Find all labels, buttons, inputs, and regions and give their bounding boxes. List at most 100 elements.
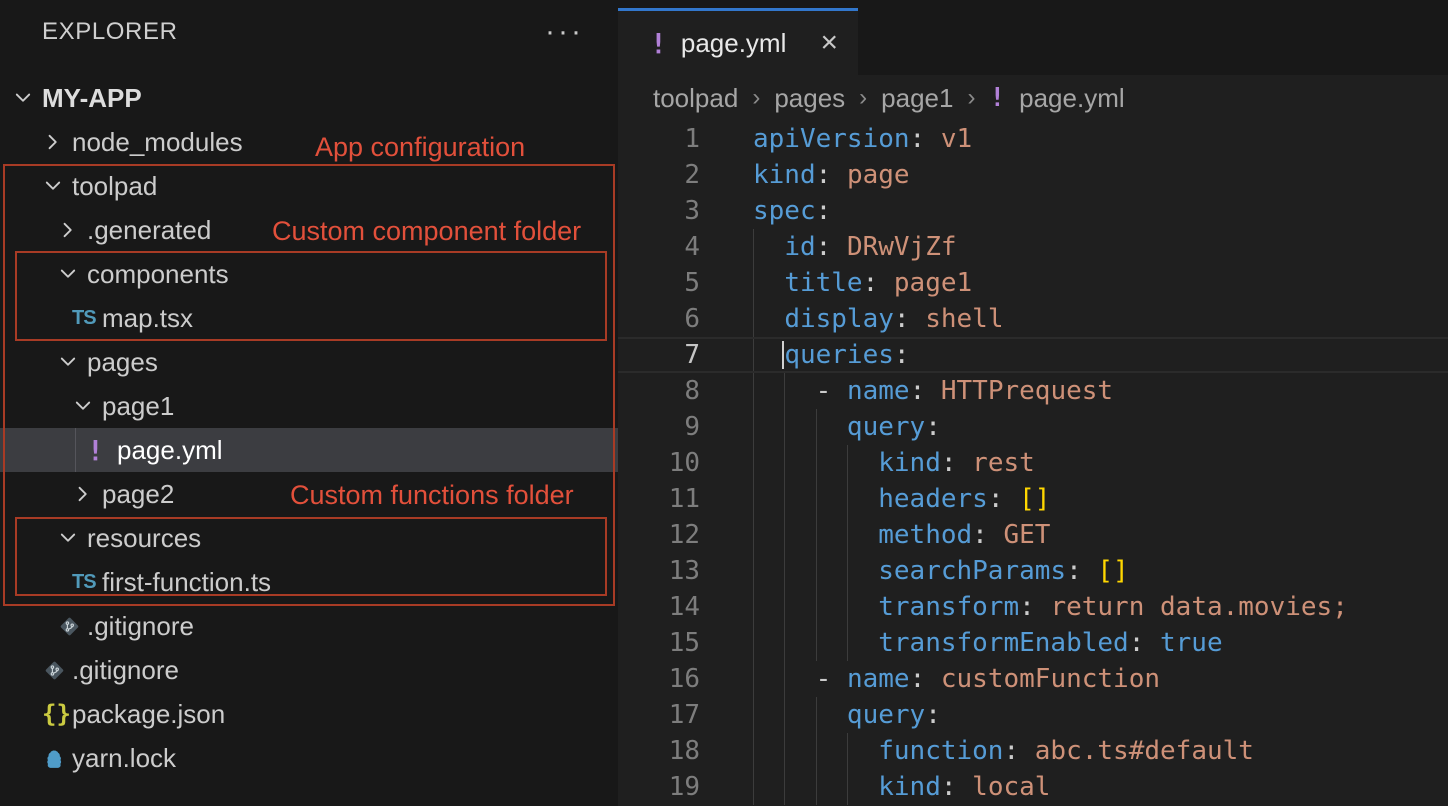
tree-row-page2[interactable]: page2 bbox=[0, 472, 618, 516]
breadcrumb-file-label[interactable]: page.yml bbox=[1019, 83, 1125, 114]
line-number: 15 bbox=[618, 625, 700, 661]
code-content[interactable]: title: page1 bbox=[753, 265, 972, 301]
tree-row-resources[interactable]: resources bbox=[0, 516, 618, 560]
token-punc: : bbox=[910, 124, 941, 154]
code-content[interactable]: - name: customFunction bbox=[753, 661, 1160, 697]
code-content[interactable]: kind: local bbox=[753, 769, 1050, 805]
tree-row--generated[interactable]: .generated bbox=[0, 208, 618, 252]
tree-row-pages[interactable]: pages bbox=[0, 340, 618, 384]
indent-guide bbox=[784, 733, 785, 769]
line-number: 3 bbox=[618, 193, 700, 229]
close-icon[interactable]: × bbox=[820, 28, 838, 58]
code-line[interactable]: 11 headers: [] bbox=[618, 481, 1448, 517]
tree-row-page1[interactable]: page1 bbox=[0, 384, 618, 428]
indent-guide bbox=[753, 301, 754, 337]
code-line[interactable]: 8 - name: HTTPrequest bbox=[618, 373, 1448, 409]
token-punc: : bbox=[863, 268, 894, 298]
code-line[interactable]: 2kind: page bbox=[618, 157, 1448, 193]
tree-row-page-yml[interactable]: !page.yml bbox=[0, 428, 618, 472]
indent-guide bbox=[753, 517, 754, 553]
code-content[interactable]: apiVersion: v1 bbox=[753, 121, 972, 157]
code-line[interactable]: 5 title: page1 bbox=[618, 265, 1448, 301]
tree-row-toolpad[interactable]: toolpad bbox=[0, 164, 618, 208]
code-line[interactable]: 15 transformEnabled: true bbox=[618, 625, 1448, 661]
tree-row-yarn-lock[interactable]: yarn.lock bbox=[0, 736, 618, 780]
indent-guide bbox=[847, 625, 848, 661]
code-line[interactable]: 6 display: shell bbox=[618, 301, 1448, 337]
code-line[interactable]: 18 function: abc.ts#default bbox=[618, 733, 1448, 769]
line-number: 9 bbox=[618, 409, 700, 445]
tree-row--gitignore[interactable]: .gitignore bbox=[0, 604, 618, 648]
code-editor[interactable]: 1apiVersion: v12kind: page3spec:4 id: DR… bbox=[618, 121, 1448, 805]
code-content[interactable]: - name: HTTPrequest bbox=[753, 373, 1113, 409]
indent-guide bbox=[753, 589, 754, 625]
tree-item-label: node_modules bbox=[72, 127, 243, 158]
code-line[interactable]: 10 kind: rest bbox=[618, 445, 1448, 481]
code-content[interactable]: kind: page bbox=[753, 157, 910, 193]
explorer-title: EXPLORER bbox=[42, 18, 178, 46]
code-content[interactable]: headers: [] bbox=[753, 481, 1050, 517]
workspace-root-row[interactable]: MY-APP bbox=[0, 76, 618, 120]
indent-guide bbox=[816, 625, 817, 661]
indent-guide bbox=[753, 445, 754, 481]
code-line[interactable]: 4 id: DRwVjZf bbox=[618, 229, 1448, 265]
tree-row-map-tsx[interactable]: TSmap.tsx bbox=[0, 296, 618, 340]
indent-guide bbox=[847, 481, 848, 517]
tree-row-package-json[interactable]: {}package.json bbox=[0, 692, 618, 736]
code-line[interactable]: 3 spec: bbox=[618, 193, 1448, 229]
tree-item-label: package.json bbox=[72, 699, 225, 730]
code-line[interactable]: 14 transform: return data.movies; bbox=[618, 589, 1448, 625]
git-icon bbox=[0, 614, 87, 639]
token-key: id bbox=[784, 232, 815, 262]
code-content[interactable]: method: GET bbox=[753, 517, 1050, 553]
code-line[interactable]: 19 kind: local bbox=[618, 769, 1448, 805]
code-line[interactable]: 16 - name: customFunction bbox=[618, 661, 1448, 697]
token-key: kind bbox=[878, 448, 941, 478]
tab-page-yml[interactable]: ! page.yml × bbox=[618, 8, 858, 75]
line-number: 14 bbox=[618, 589, 700, 625]
code-content[interactable]: display: shell bbox=[753, 301, 1003, 337]
tree-item-label: yarn.lock bbox=[72, 743, 176, 774]
indent-guide bbox=[816, 445, 817, 481]
tree-row-node-modules[interactable]: node_modules bbox=[0, 120, 618, 164]
chevron-down-icon bbox=[0, 87, 42, 109]
code-content[interactable]: function: abc.ts#default bbox=[753, 733, 1254, 769]
code-line[interactable]: 1 apiVersion: v1 bbox=[618, 121, 1448, 157]
code-line[interactable]: 9 query: bbox=[618, 409, 1448, 445]
code-line[interactable]: 17 query: bbox=[618, 697, 1448, 733]
code-line[interactable]: 7 queries: bbox=[618, 337, 1448, 373]
indent-guide bbox=[784, 517, 785, 553]
code-content[interactable]: transformEnabled: true bbox=[753, 625, 1223, 661]
token-punc: : bbox=[816, 196, 832, 226]
breadcrumb-item-page1[interactable]: page1 bbox=[881, 83, 953, 114]
code-line[interactable]: 13 searchParams: [] bbox=[618, 553, 1448, 589]
code-content[interactable]: kind: rest bbox=[753, 445, 1035, 481]
tree-item-label: resources bbox=[87, 523, 201, 554]
indent-guide bbox=[753, 265, 754, 301]
code-content[interactable]: query: bbox=[753, 697, 941, 733]
code-content[interactable]: searchParams: [] bbox=[753, 553, 1129, 589]
code-line[interactable]: 12 method: GET bbox=[618, 517, 1448, 553]
indent-guide bbox=[784, 769, 785, 805]
tree-row-first-function-ts[interactable]: TSfirst-function.ts bbox=[0, 560, 618, 604]
indent-guide bbox=[816, 697, 817, 733]
line-number: 1 bbox=[618, 121, 700, 157]
yaml-warning-icon: ! bbox=[0, 434, 117, 467]
token-key: display bbox=[784, 304, 894, 334]
more-actions-icon[interactable]: ··· bbox=[545, 22, 584, 42]
breadcrumb-item-toolpad[interactable]: toolpad bbox=[653, 83, 738, 114]
code-content[interactable]: id: DRwVjZf bbox=[753, 229, 957, 265]
code-content[interactable]: transform: return data.movies; bbox=[753, 589, 1348, 625]
tree-item-label: page2 bbox=[102, 479, 174, 510]
code-content[interactable]: spec: bbox=[753, 193, 831, 229]
workspace-root-label: MY-APP bbox=[42, 83, 142, 114]
breadcrumb-item-pages[interactable]: pages bbox=[774, 83, 845, 114]
code-content[interactable]: query: bbox=[753, 409, 941, 445]
editor-area: ! page.yml × toolpad › pages › page1 › !… bbox=[618, 0, 1448, 806]
code-content[interactable]: queries: bbox=[753, 339, 910, 371]
token-key: spec bbox=[753, 196, 816, 226]
indent-guide bbox=[784, 481, 785, 517]
tab-bar: ! page.yml × bbox=[618, 0, 1448, 75]
tree-row-components[interactable]: components bbox=[0, 252, 618, 296]
tree-row--gitignore[interactable]: .gitignore bbox=[0, 648, 618, 692]
